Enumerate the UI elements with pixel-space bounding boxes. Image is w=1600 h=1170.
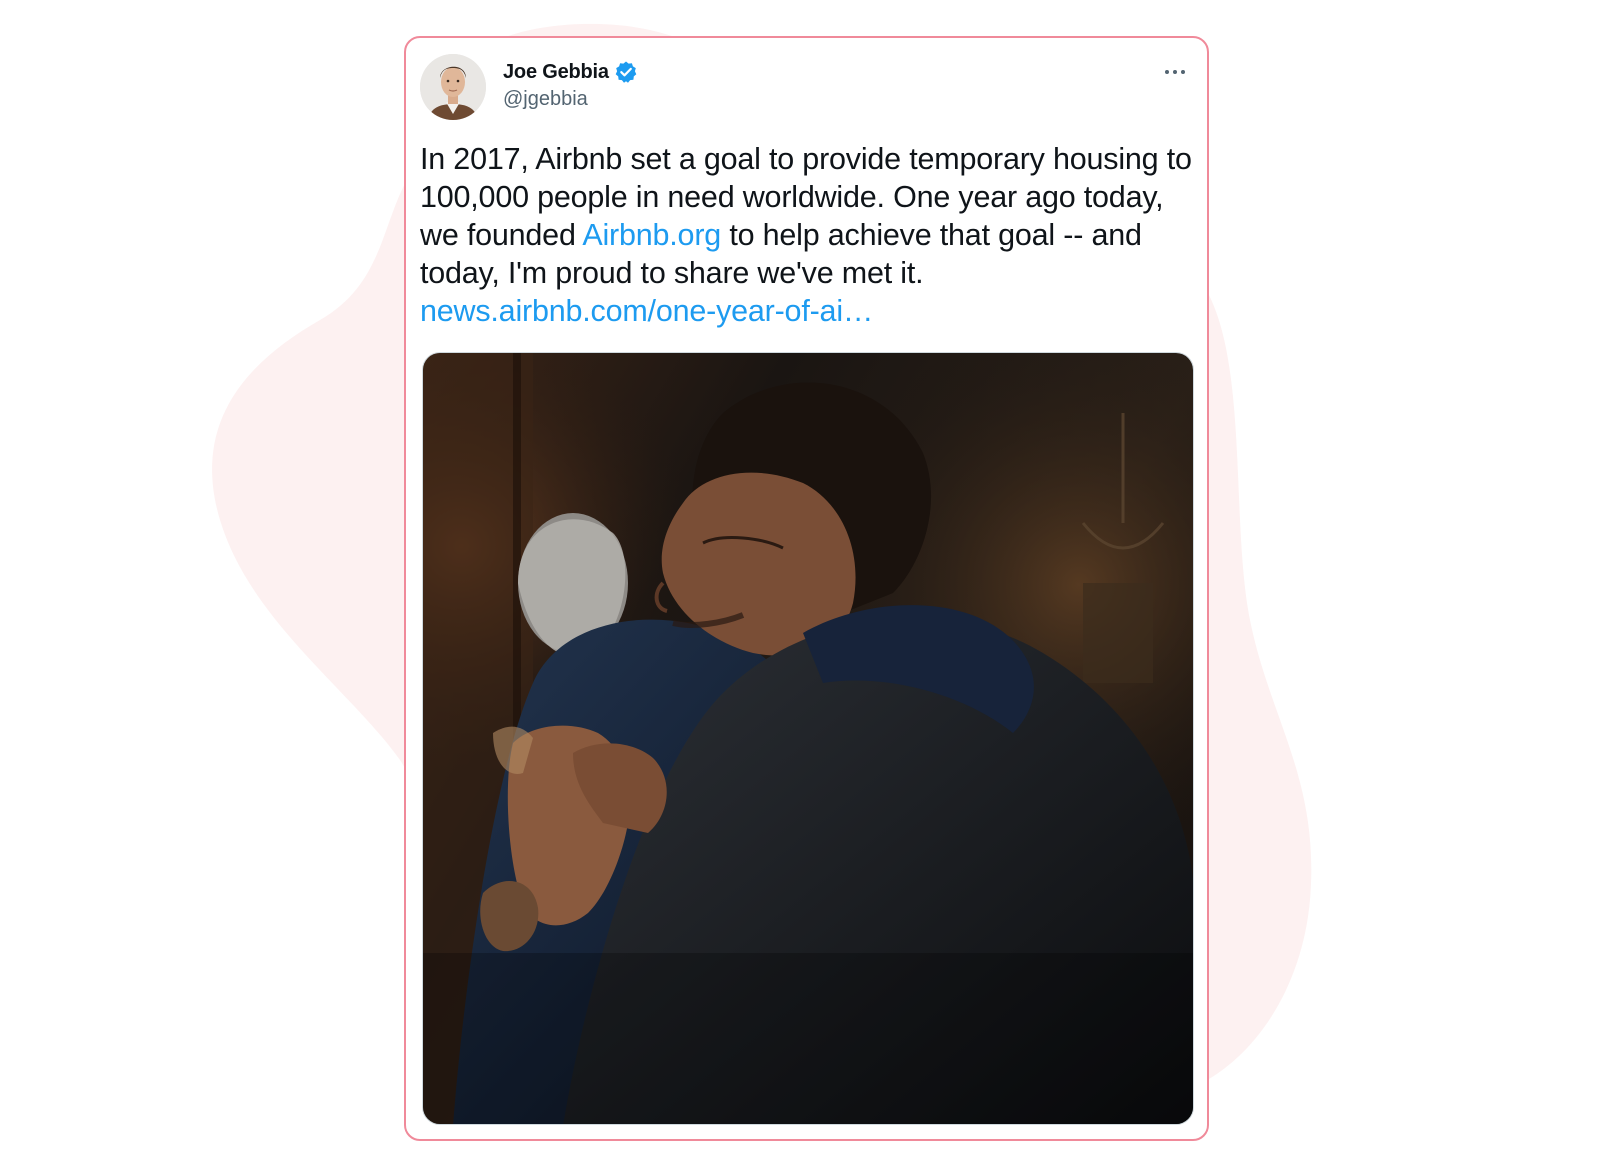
- more-dot: [1181, 70, 1185, 74]
- more-dot: [1165, 70, 1169, 74]
- tweet-card[interactable]: Joe Gebbia @jgebbia In 2017, Airbnb set …: [404, 36, 1209, 1141]
- airbnb-org-link[interactable]: Airbnb.org: [582, 218, 721, 252]
- author-handle[interactable]: @jgebbia: [503, 88, 638, 111]
- verified-badge-icon: [614, 60, 638, 84]
- author-block: Joe Gebbia @jgebbia: [503, 58, 638, 111]
- page: Joe Gebbia @jgebbia In 2017, Airbnb set …: [0, 0, 1600, 1170]
- avatar[interactable]: [420, 54, 486, 120]
- author-name-row: Joe Gebbia: [503, 58, 638, 86]
- more-dot: [1173, 70, 1177, 74]
- more-options-icon[interactable]: [1157, 58, 1193, 86]
- author-name[interactable]: Joe Gebbia: [503, 61, 609, 84]
- embrace-photo: [423, 353, 1193, 1124]
- tweet-photo[interactable]: [422, 352, 1194, 1125]
- tweet-text: In 2017, Airbnb set a goal to provide te…: [420, 140, 1196, 330]
- news-article-link[interactable]: news.airbnb.com/one-year-of-ai…: [420, 294, 873, 328]
